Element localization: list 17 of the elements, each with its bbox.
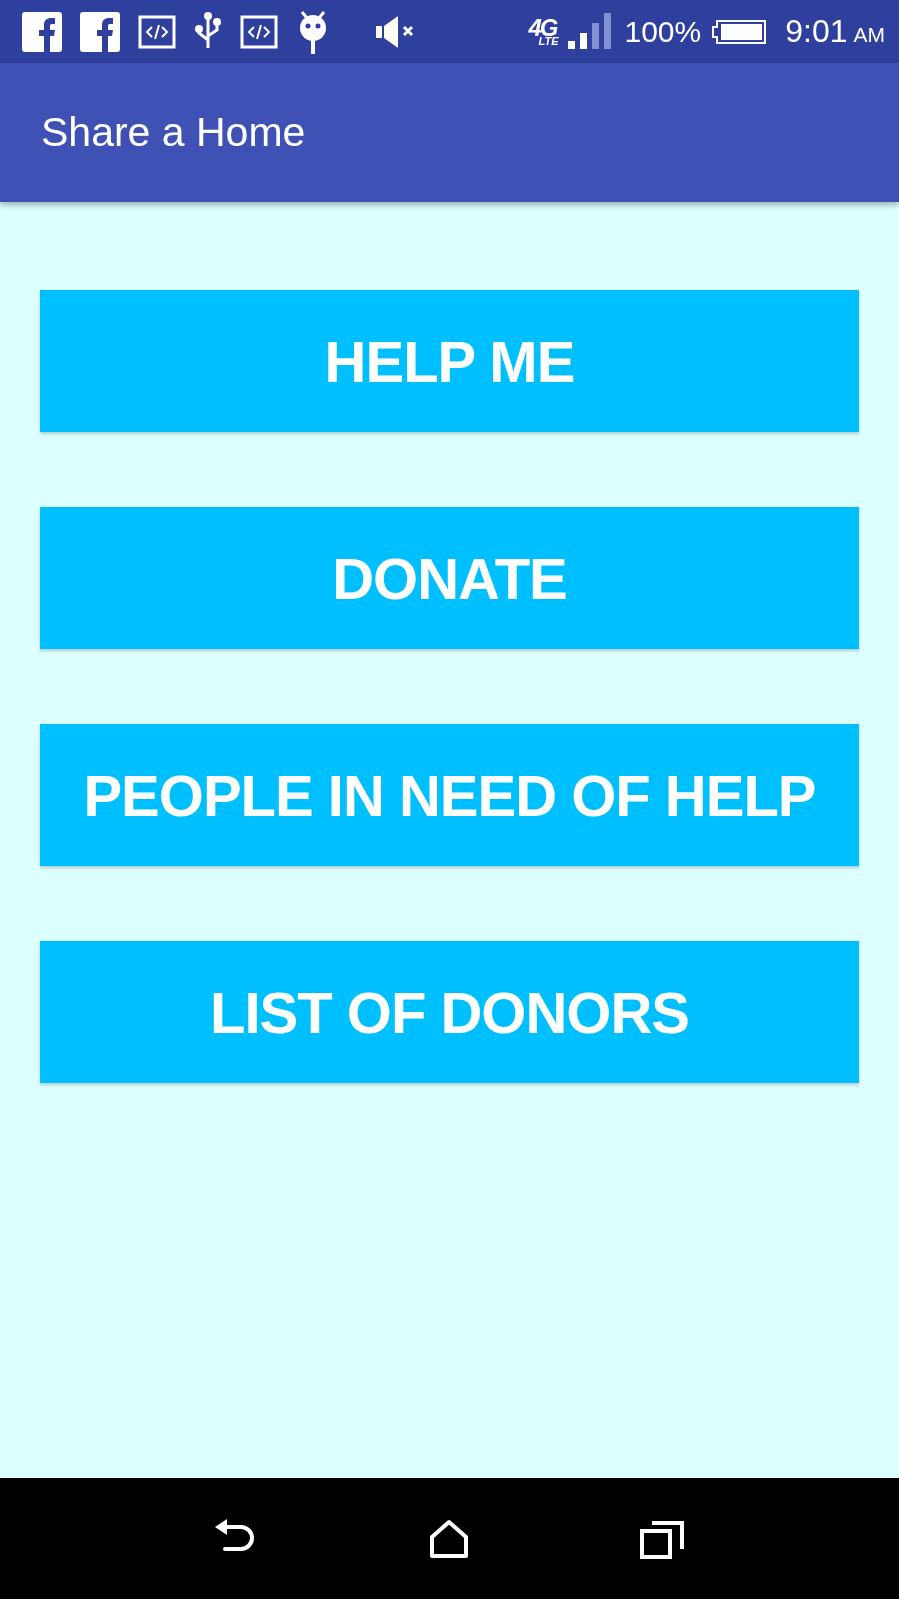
code-icon [240,14,278,49]
notification-icon [22,11,62,52]
menu-button[interactable]: DONATE [40,507,859,649]
battery-percent: 100% [624,14,702,49]
menu-button[interactable]: HELP ME [40,290,859,432]
menu-button[interactable]: LIST OF DONORS [40,941,859,1083]
code-icon [138,14,176,49]
notification-icon [80,11,120,52]
app-title: Share a Home [41,109,306,156]
recent-apps-icon[interactable] [639,1518,684,1559]
home-icon[interactable] [429,1518,470,1559]
network-subtype: LTE [538,36,559,46]
network-type: 4G [528,17,557,37]
menu-button[interactable]: PEOPLE IN NEED OF HELP [40,724,859,866]
clock-meridiem: AM [853,23,885,47]
clock-time: 9:01 [785,13,848,50]
battery-icon [711,18,768,45]
